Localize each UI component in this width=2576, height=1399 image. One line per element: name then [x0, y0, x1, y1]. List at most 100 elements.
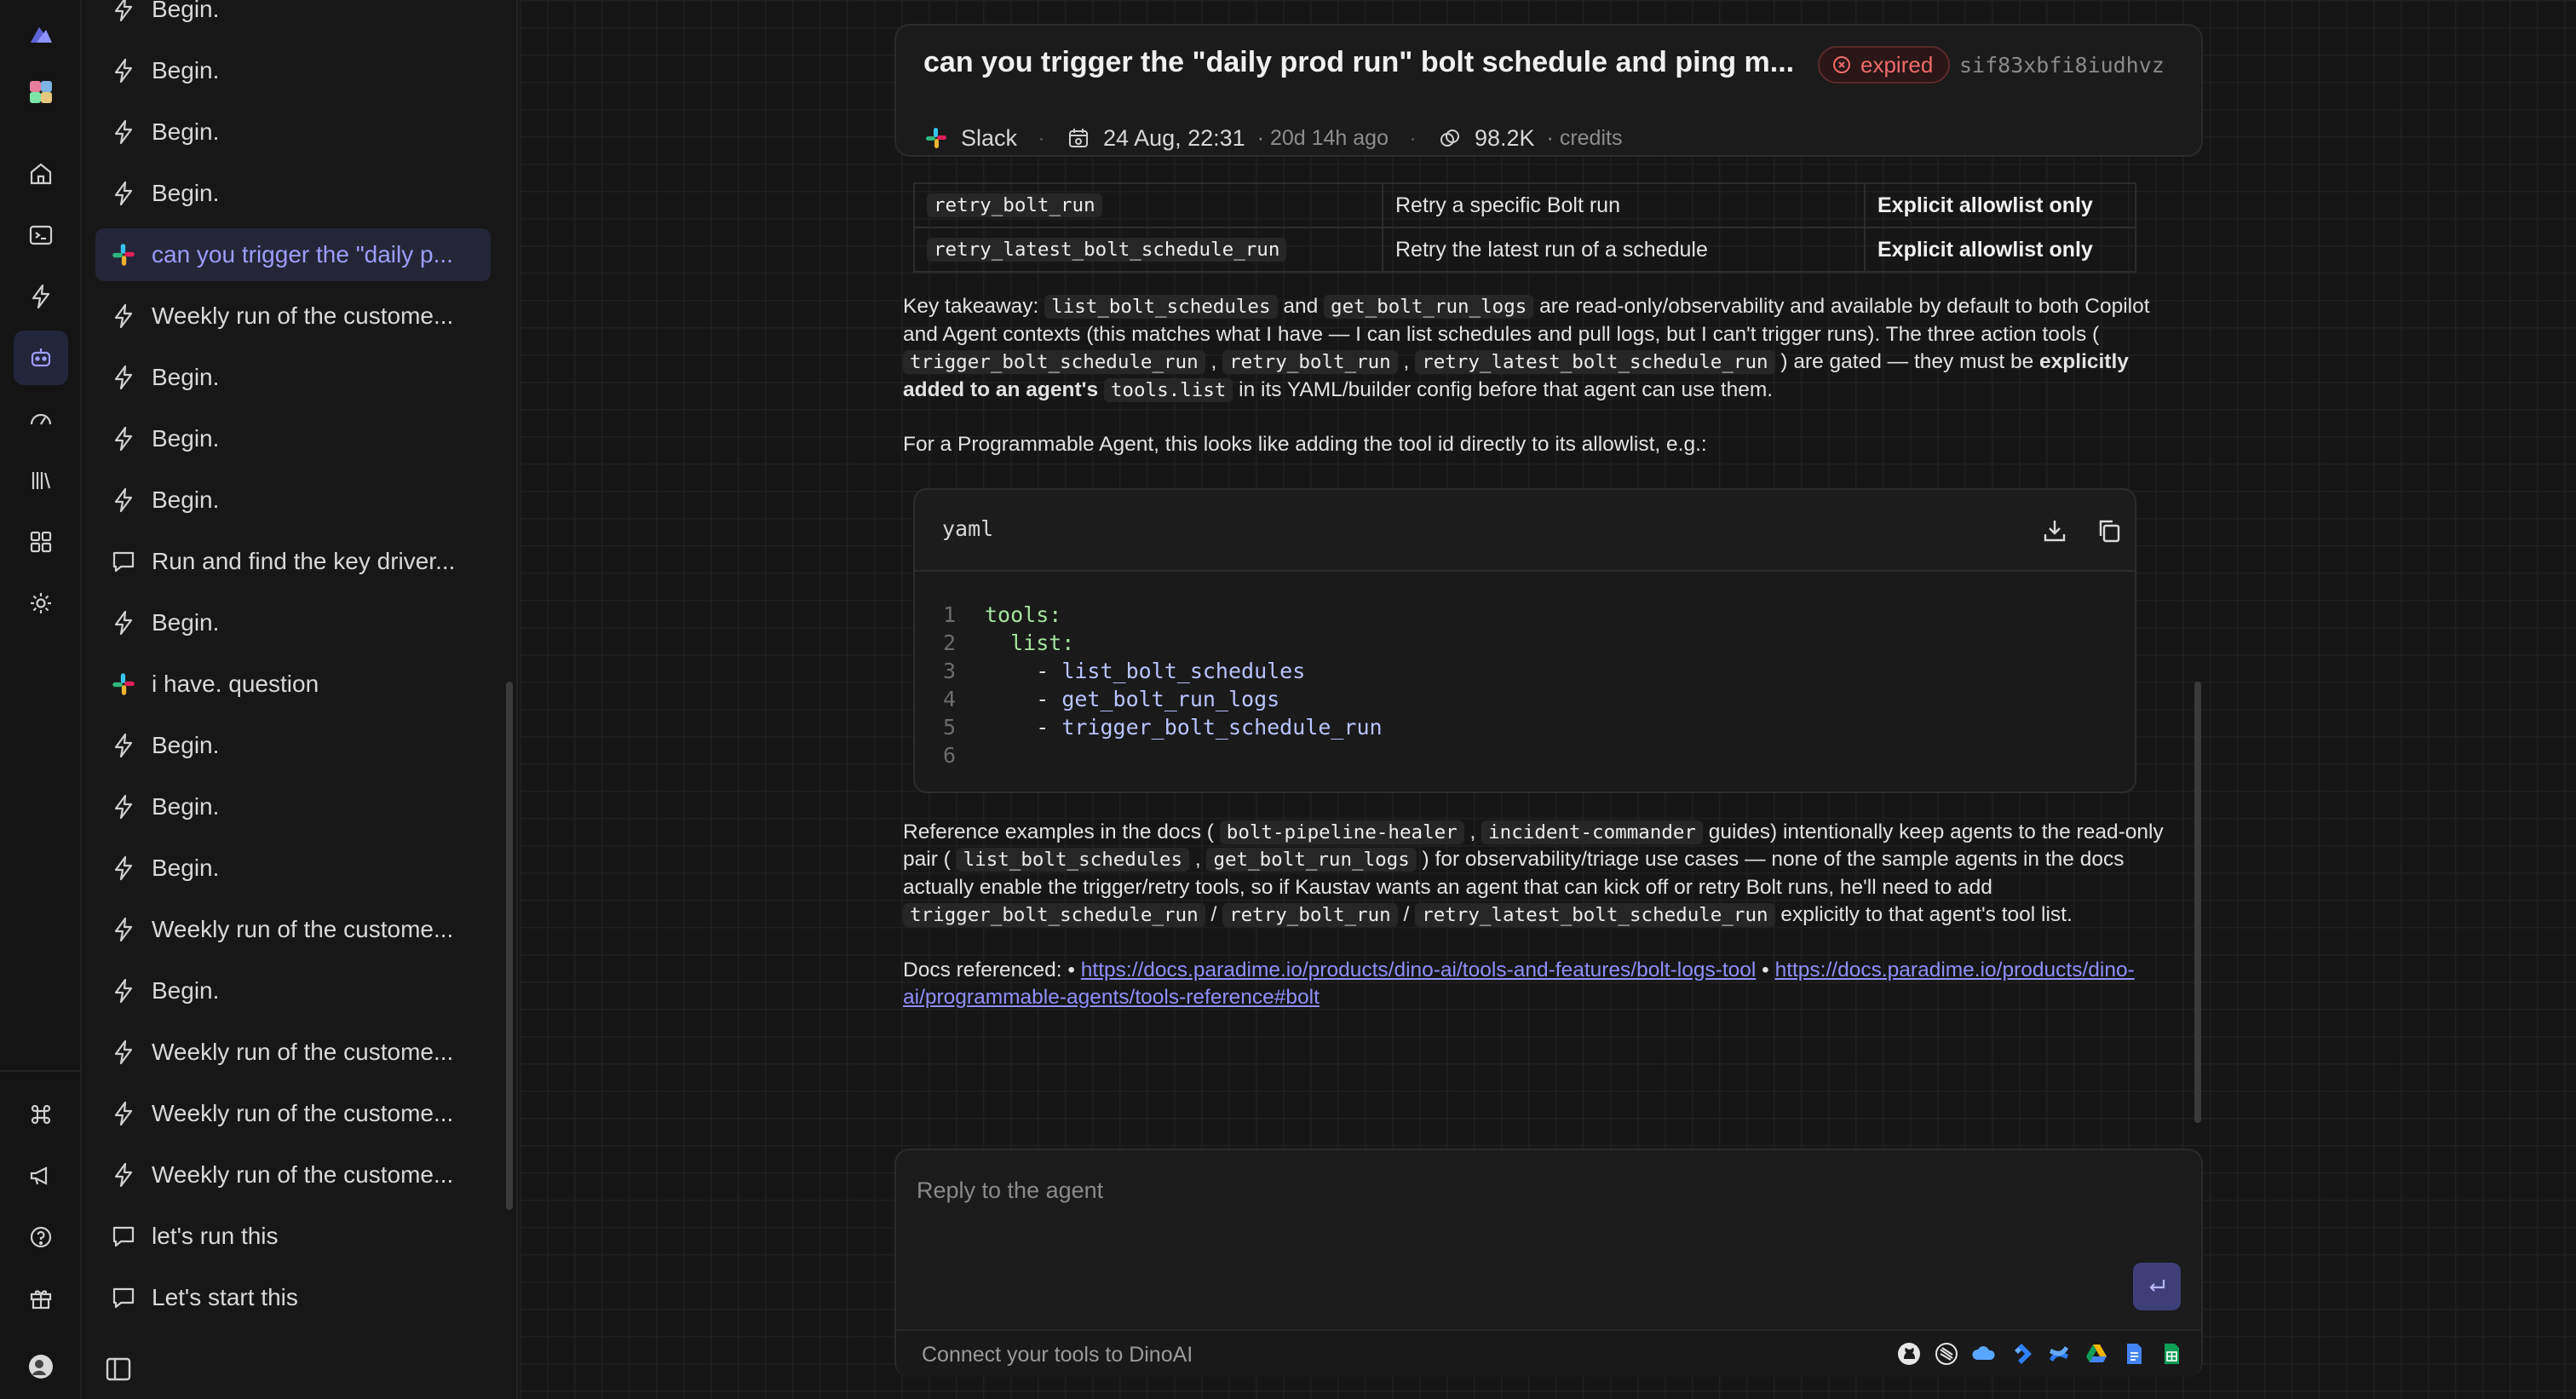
reply-input[interactable] [917, 1169, 2109, 1212]
sidebar-item-label: Begin. [152, 977, 220, 1004]
sidebar-item[interactable]: Weekly run of the custome... [95, 290, 491, 343]
jira-icon[interactable] [2009, 1341, 2034, 1367]
github-icon[interactable] [1896, 1341, 1922, 1367]
sidebar-item-label: can you trigger the "daily p... [152, 241, 453, 268]
bolt-icon [109, 915, 138, 944]
sidebar-item[interactable]: i have. question [95, 658, 491, 711]
settings-icon[interactable] [14, 576, 68, 630]
sidebar-item[interactable]: Begin. [95, 0, 491, 36]
credits-label: · credits [1546, 125, 1623, 150]
sidebar-item-label: Run and find the key driver... [152, 548, 456, 574]
sidebar-item[interactable]: Begin. [95, 842, 491, 895]
logo-icon[interactable] [14, 7, 68, 61]
sidebar-item[interactable]: Begin. [95, 474, 491, 527]
command-icon[interactable] [14, 1087, 68, 1142]
code-value: get_bolt_run_logs [1061, 686, 1280, 711]
paragraph-reference-examples: Reference examples in the docs ( bolt-pi… [903, 820, 2164, 927]
sidebar-item-label: Begin. [152, 180, 220, 206]
sidebar-item[interactable]: Begin. [95, 596, 491, 649]
sidebar-item[interactable]: Begin. [95, 719, 491, 772]
tool-description: Retry a specific Bolt run [1382, 182, 1866, 228]
table-row: retry_bolt_run Retry a specific Bolt run… [913, 182, 2136, 228]
copy-icon[interactable] [2094, 515, 2125, 546]
bolt-icon [109, 424, 138, 453]
bolt-icon [109, 56, 138, 85]
meta-separator: · [1408, 124, 1417, 151]
apps-icon[interactable] [14, 515, 68, 569]
bolt-icon [109, 363, 138, 392]
rail-divider [0, 1070, 82, 1072]
code-body: 1 tools: 2 list: 3 - list_bolt_schedules 4 -… [915, 572, 2135, 792]
sidebar-item[interactable]: Weekly run of the custome... [95, 903, 491, 956]
status-badge-label: expired [1860, 51, 1934, 78]
sidebar-item-label: Weekly run of the custome... [152, 1161, 454, 1188]
sidebar-item-label: Weekly run of the custome... [152, 302, 454, 329]
line-number: 6 [942, 742, 956, 768]
sidebar-item[interactable]: Begin. [95, 780, 491, 833]
sidebar-item[interactable]: can you trigger the "daily p... [95, 228, 491, 281]
sidebar-item[interactable]: Begin. [95, 351, 491, 404]
sidebar-scrollbar[interactable] [506, 682, 513, 1210]
megaphone-icon[interactable] [14, 1149, 68, 1203]
google-docs-icon[interactable] [2121, 1341, 2147, 1367]
credits-icon [1440, 130, 1459, 147]
confluence-icon[interactable] [2046, 1341, 2072, 1367]
code-value: list_bolt_schedules [1061, 658, 1306, 683]
chat-icon [109, 1222, 138, 1251]
sidebar-item-label: Begin. [152, 732, 220, 758]
line-number: 4 [942, 686, 956, 711]
reply-composer: Connect your tools to DinoAI [894, 1149, 2203, 1377]
sidebar-item[interactable]: Begin. [95, 964, 491, 1017]
tools-table: retry_bolt_run Retry a specific Bolt run… [913, 182, 2136, 273]
help-icon[interactable] [14, 1210, 68, 1264]
docs-referenced: Docs referenced: • https://docs.paradime… [903, 958, 2135, 1010]
sidebar-item[interactable]: Begin. [95, 167, 491, 220]
code-block-header: yaml [915, 489, 2135, 572]
bot-icon[interactable] [14, 331, 68, 385]
cloud-icon[interactable] [1971, 1341, 1997, 1367]
paragraph-key-takeaway: Key takeaway: list_bolt_schedules and ge… [903, 295, 2150, 402]
bolt-icon [109, 608, 138, 637]
docs-link-bolt-logs-tool[interactable]: https://docs.paradime.io/products/dino-a… [1081, 959, 1757, 982]
bolt-icon [109, 792, 138, 821]
bolt-icon[interactable] [14, 269, 68, 324]
sidebar-item[interactable]: Run and find the key driver... [95, 535, 491, 588]
chat-date: 24 Aug, 22:31 [1103, 124, 1245, 151]
sidebar-item[interactable]: Begin. [95, 106, 491, 158]
google-drive-icon[interactable] [2084, 1341, 2109, 1367]
stripe-icon[interactable] [1934, 1341, 1959, 1367]
sidebar-item-label: Begin. [152, 57, 220, 83]
line-number: 1 [942, 602, 956, 627]
gift-icon[interactable] [14, 1271, 68, 1326]
connect-tools-link[interactable]: Connect your tools to DinoAI [922, 1343, 1193, 1367]
sidebar-item-label: Weekly run of the custome... [152, 1100, 454, 1126]
sidebar-item[interactable]: Weekly run of the custome... [95, 1149, 491, 1201]
google-sheets-icon[interactable] [2159, 1341, 2184, 1367]
sidebar-item[interactable]: Let's start this [95, 1271, 491, 1324]
home-icon[interactable] [14, 147, 68, 201]
library-icon[interactable] [14, 453, 68, 508]
code-language: yaml [942, 516, 994, 542]
sidebar-item[interactable]: Weekly run of the custome... [95, 1087, 491, 1140]
send-button[interactable] [2133, 1263, 2181, 1310]
sidebar-item-label: let's run this [152, 1223, 279, 1249]
chat-icon [109, 547, 138, 576]
tool-integrations [1896, 1341, 2184, 1367]
bolt-icon [109, 976, 138, 1005]
meta-separator: · [1038, 124, 1046, 151]
sidebar-toggle-icon[interactable] [102, 1355, 136, 1385]
slack-icon [109, 240, 138, 269]
sidebar-item-label: Begin. [152, 425, 220, 452]
sidebar-item[interactable]: Begin. [95, 412, 491, 465]
sidebar-item[interactable]: Begin. [95, 44, 491, 97]
workspace-icon[interactable] [14, 65, 68, 119]
bolt-icon [109, 302, 138, 331]
code-key: list: [985, 630, 1075, 655]
avatar[interactable] [14, 1339, 68, 1394]
download-icon[interactable] [2039, 515, 2070, 546]
sidebar-item[interactable]: let's run this [95, 1210, 491, 1263]
chat-scrollbar[interactable] [2194, 682, 2201, 1123]
gauge-icon[interactable] [14, 392, 68, 446]
sidebar-item[interactable]: Weekly run of the custome... [95, 1026, 491, 1079]
terminal-icon[interactable] [14, 208, 68, 262]
